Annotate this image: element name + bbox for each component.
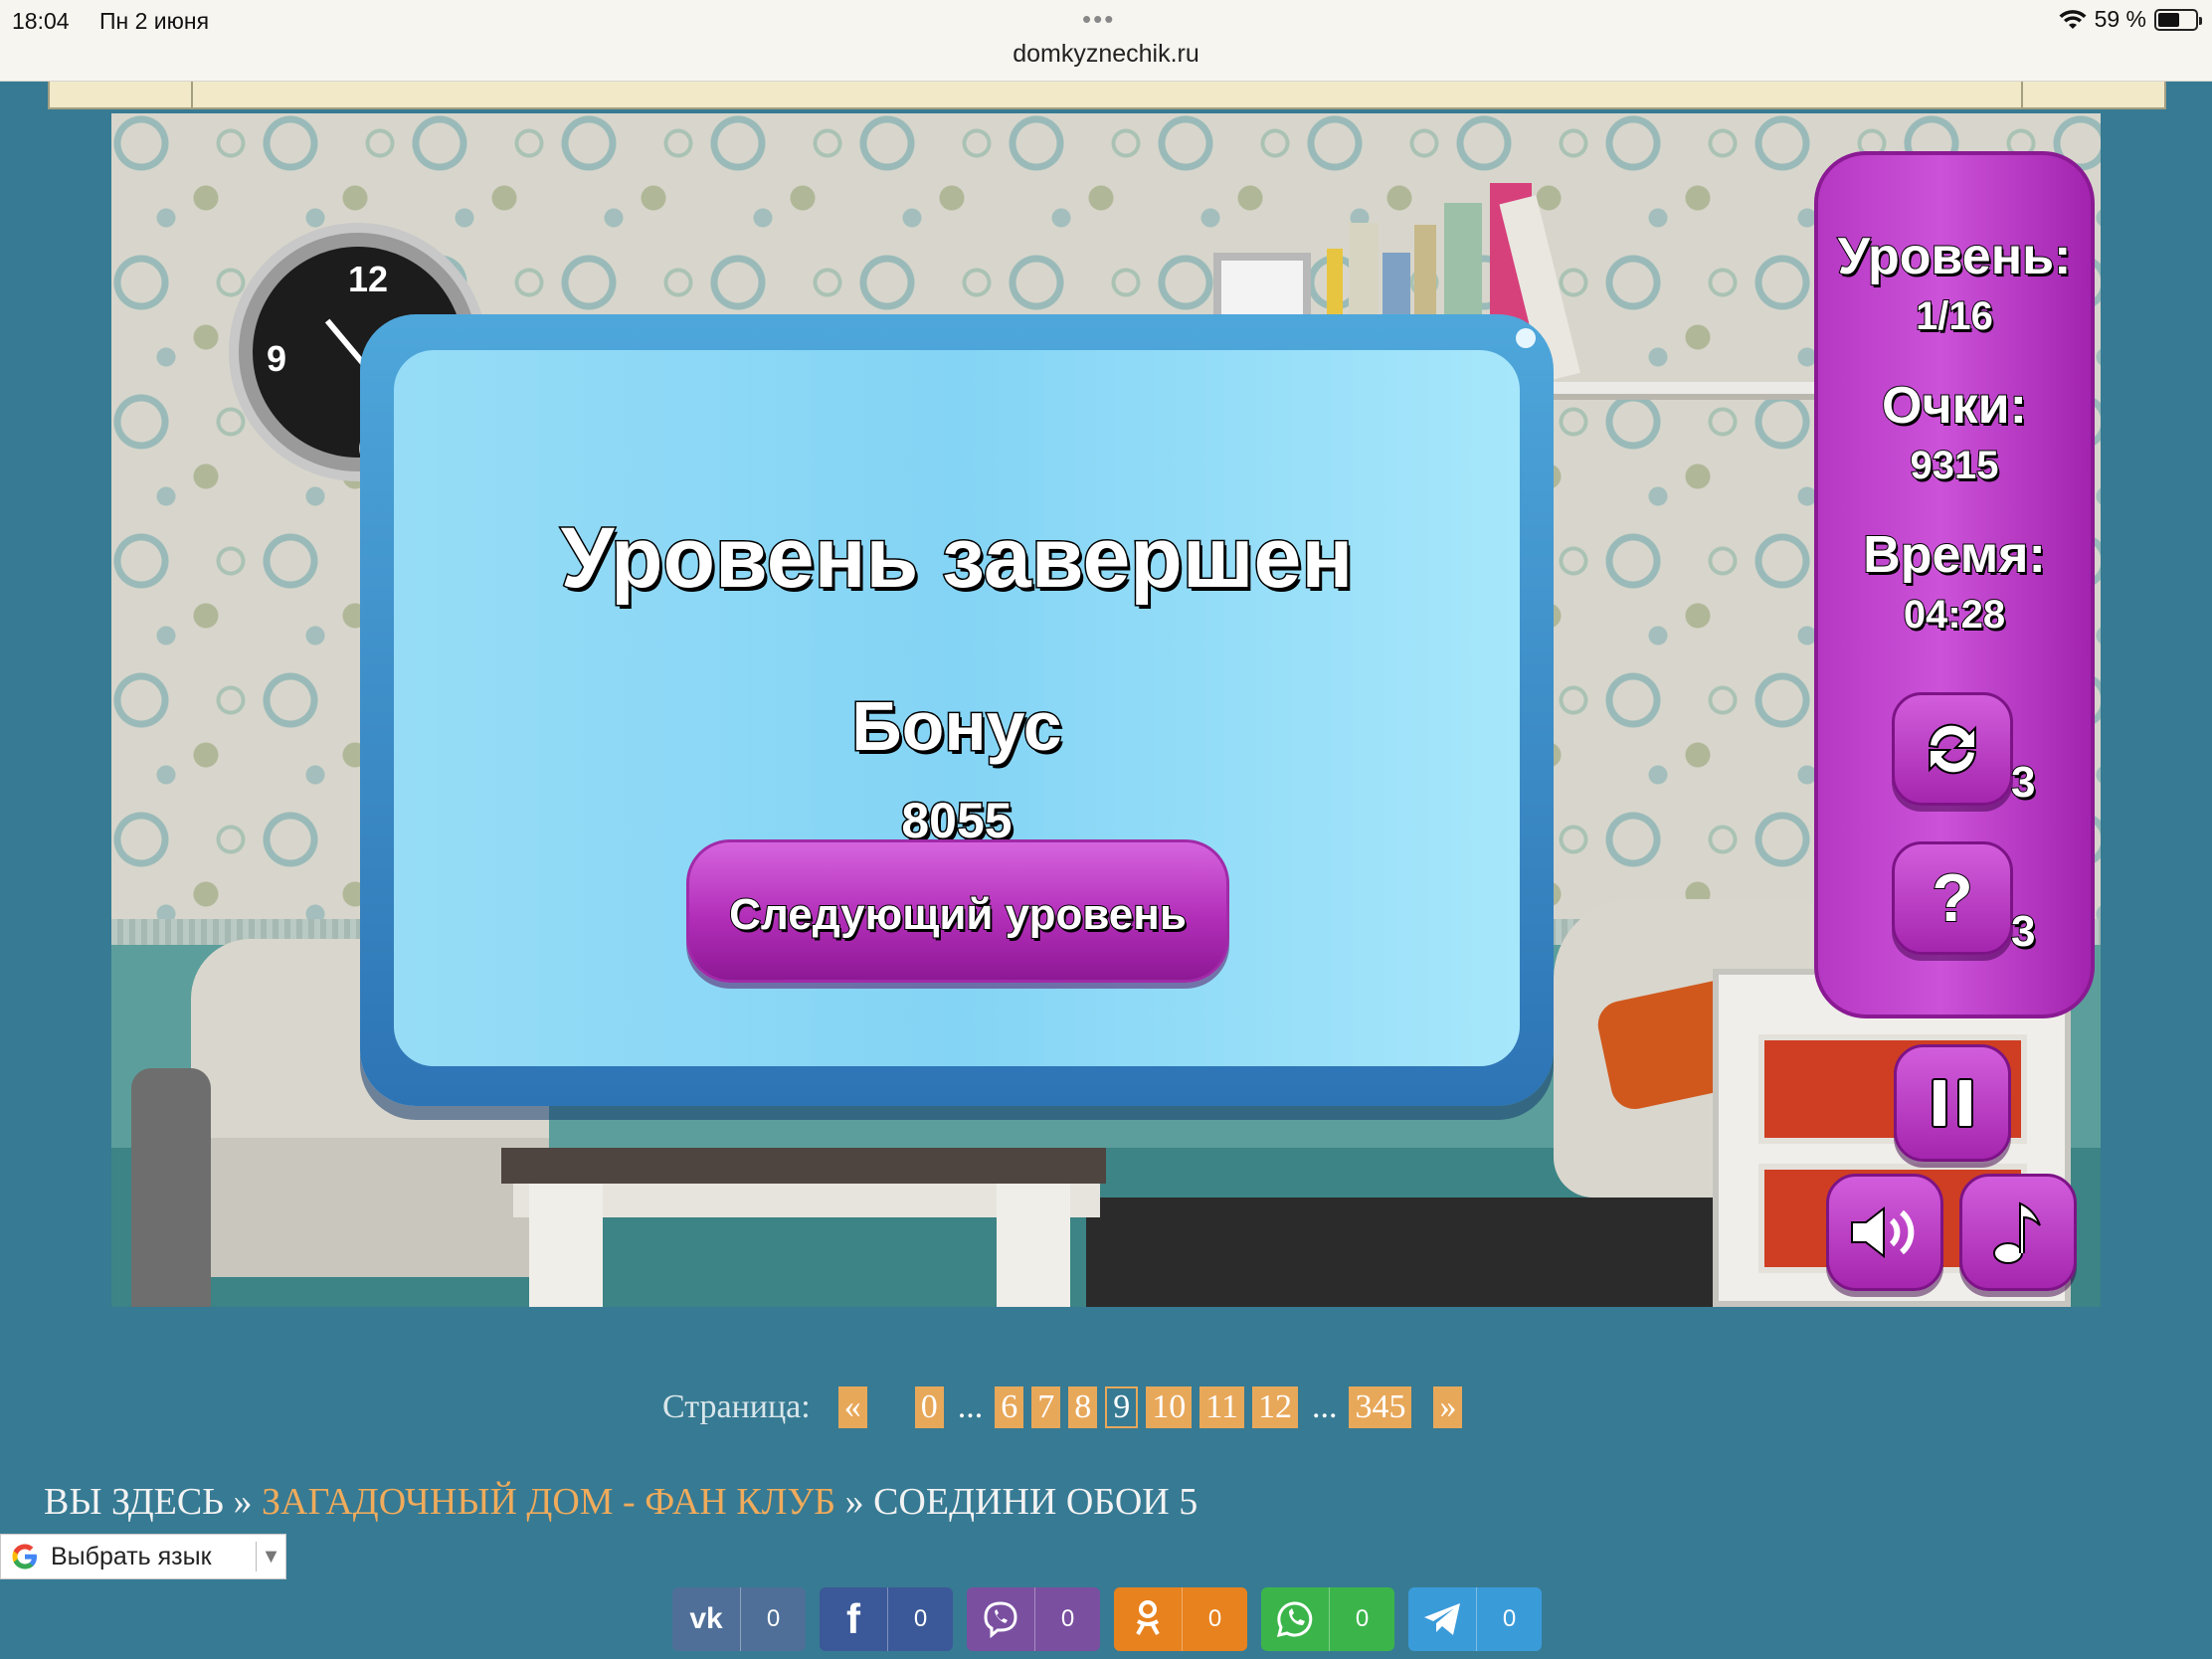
pagination-label: Страница: (662, 1388, 811, 1425)
breadcrumb-link[interactable]: ЗАГАДОЧНЫЙ ДОМ - ФАН КЛУБ (262, 1481, 835, 1523)
odnoklassniki-icon (1114, 1587, 1182, 1651)
pause-icon (1932, 1078, 1973, 1128)
time-label: Время: (1862, 525, 2047, 585)
share-count: 0 (1329, 1587, 1394, 1651)
page-link[interactable]: 7 (1031, 1386, 1061, 1428)
language-selector[interactable]: Выбрать язык ▼ (0, 1534, 286, 1579)
battery-icon (2154, 8, 2202, 31)
speaker-icon (1851, 1205, 1915, 1259)
page-current: 9 (1105, 1386, 1139, 1428)
coffee-table (501, 1148, 1106, 1184)
breadcrumb: ВЫ ЗДЕСЬ » ЗАГАДОЧНЫЙ ДОМ - ФАН КЛУБ » С… (44, 1480, 1198, 1524)
shuffle-icon (1928, 723, 1977, 775)
next-level-button[interactable]: Следующий уровень (686, 839, 1229, 983)
next-level-label: Следующий уровень (728, 889, 1188, 940)
pagination: Страница: « 0 ... 6 7 8 9 10 11 12 ... 3… (662, 1382, 1470, 1432)
share-count: 0 (740, 1587, 806, 1651)
status-date: Пн 2 июня (99, 8, 210, 34)
score-value: 9315 (1910, 443, 2000, 488)
dialog-title: Уровень завершен (559, 509, 1355, 608)
hint-button[interactable]: ? (1892, 841, 2013, 955)
telegram-icon (1408, 1587, 1476, 1651)
multitasking-dots[interactable]: ••• (1082, 4, 1115, 35)
level-value: 1/16 (1915, 293, 1994, 339)
wifi-icon (2059, 9, 2087, 29)
shuffle-count: 3 (2010, 757, 2037, 808)
share-viber[interactable]: 0 (967, 1587, 1100, 1651)
share-count: 0 (1182, 1587, 1247, 1651)
share-vk[interactable]: vk 0 (672, 1587, 806, 1651)
vk-icon: vk (672, 1587, 740, 1651)
page-link[interactable]: 12 (1251, 1386, 1298, 1428)
share-telegram[interactable]: 0 (1408, 1587, 1542, 1651)
vk-glyph: vk (689, 1602, 723, 1635)
status-right: 59 % (2059, 6, 2202, 33)
share-whatsapp[interactable]: 0 (1261, 1587, 1394, 1651)
language-selector-label: Выбрать язык (51, 1542, 212, 1570)
browser-top-bar: 18:04 Пн 2 июня ••• 59 % domkyznechik.ru (0, 0, 2212, 82)
site-header-strip (48, 82, 2166, 109)
page-prev[interactable]: « (837, 1386, 867, 1428)
music-button[interactable] (1959, 1174, 2077, 1291)
address-bar-url[interactable]: domkyznechik.ru (0, 40, 2212, 69)
level-complete-dialog: Уровень завершен Бонус 8055 (360, 314, 1554, 1106)
page-last[interactable]: 345 (1349, 1386, 1412, 1428)
time-value: 04:28 (1903, 592, 2006, 638)
page-link[interactable]: 10 (1146, 1386, 1193, 1428)
page-link[interactable]: 11 (1199, 1386, 1244, 1428)
chevron-down-icon: ▼ (256, 1542, 285, 1571)
shuffle-button[interactable] (1892, 692, 2013, 806)
facebook-glyph: f (846, 1595, 860, 1642)
question-icon: ? (1931, 859, 1974, 937)
breadcrumb-separator: » (844, 1481, 864, 1523)
music-note-icon (1993, 1201, 2041, 1264)
breadcrumb-separator: » (233, 1481, 253, 1523)
bonus-label: Бонус (850, 686, 1063, 767)
page-link[interactable]: 0 (914, 1386, 944, 1428)
hint-count: 3 (2010, 906, 2037, 957)
share-count: 0 (887, 1587, 953, 1651)
breadcrumb-prefix: ВЫ ЗДЕСЬ (44, 1481, 225, 1523)
pagination-ellipsis: ... (1311, 1388, 1338, 1425)
pause-button[interactable] (1894, 1044, 2011, 1162)
facebook-icon: f (820, 1587, 887, 1651)
level-label: Уровень: (1837, 227, 2073, 286)
pagination-ellipsis: ... (957, 1388, 984, 1425)
page-next[interactable]: » (1433, 1386, 1463, 1428)
page-link[interactable]: 8 (1068, 1386, 1098, 1428)
share-count: 0 (1034, 1587, 1100, 1651)
sound-button[interactable] (1826, 1174, 1943, 1291)
battery-percent: 59 % (2094, 6, 2146, 32)
score-label: Очки: (1881, 376, 2028, 436)
viber-icon (967, 1587, 1034, 1651)
share-facebook[interactable]: f 0 (820, 1587, 953, 1651)
whatsapp-icon (1261, 1587, 1329, 1651)
status-time: 18:04 (12, 8, 70, 34)
page-link[interactable]: 6 (995, 1386, 1024, 1428)
breadcrumb-current: СОЕДИНИ ОБОИ 5 (873, 1481, 1198, 1523)
google-icon (12, 1544, 37, 1569)
share-count: 0 (1476, 1587, 1542, 1651)
share-odnoklassniki[interactable]: 0 (1114, 1587, 1247, 1651)
